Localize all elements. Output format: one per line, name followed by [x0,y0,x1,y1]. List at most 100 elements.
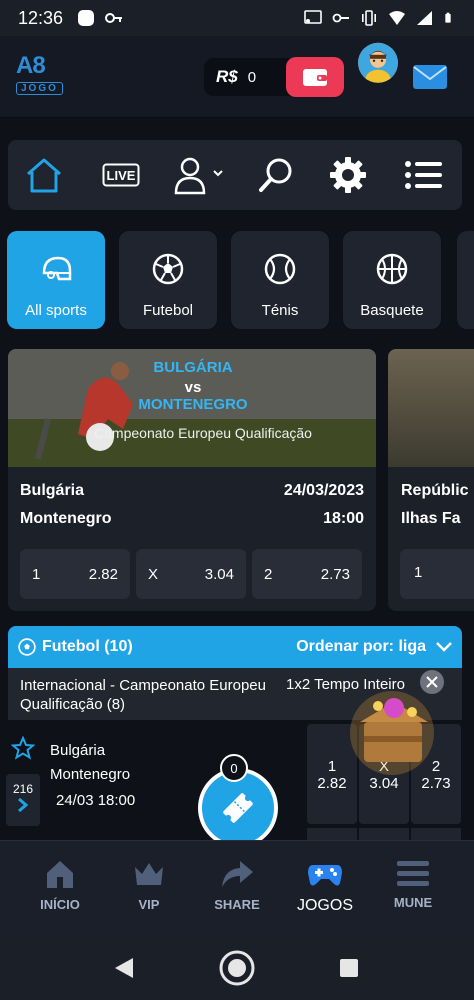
bottom-nav-inicio[interactable]: INÍCIO [15,859,105,912]
home-icon [27,158,61,193]
bottom-nav-label: MUNE [393,895,433,910]
sport-tab-partial[interactable] [457,231,474,329]
status-time: 12:36 [18,7,64,28]
markets-count: 216 [12,782,34,796]
soccer-ball-icon [152,253,184,285]
row-team2: Montenegro [50,766,131,783]
odd-value: 2.73 [320,565,350,583]
battery-icon [445,12,451,23]
sport-tab-label: Basquete [360,302,424,319]
match-date: 24/03/2023 [283,482,364,499]
mail-icon [413,65,447,89]
odd-button-x[interactable]: X 3.04 [136,549,246,599]
bottom-nav: INÍCIO VIP SHARE JOGOS MUNE [0,840,474,936]
bottom-nav-share[interactable]: SHARE [192,859,282,912]
bottom-nav-label: INÍCIO [40,897,80,912]
notification-dot-icon [78,10,95,26]
bottom-nav-label: SHARE [214,897,260,912]
gear-icon [330,157,366,193]
wallet-icon [303,69,327,86]
sport-tab-all[interactable]: All sports [7,231,105,329]
logo-sub: JOGO [16,82,63,95]
team1-name: Bulgária [20,482,85,499]
nav-live[interactable]: LIVE [102,152,140,198]
wallet-button[interactable] [286,57,344,97]
nav-search[interactable] [256,152,296,198]
sport-tab-tenis[interactable]: Ténis [231,231,329,329]
live-label: LIVE [106,167,136,183]
crown-icon [135,863,163,885]
chevron-down-icon [436,642,452,652]
bottom-nav-label: VIP [138,897,160,912]
tennis-ball-icon [264,253,296,285]
odd-button-2[interactable]: 2 2.73 [252,549,362,599]
row-datetime: 24/03 18:00 [56,792,136,809]
helmet-icon [42,256,72,281]
house-icon [47,861,73,888]
league-name: Internacional - Campeonato Europeu Quali… [20,677,266,713]
promo-close-button[interactable] [420,670,444,694]
bottom-nav-mune[interactable]: MUNE [368,859,458,910]
team1-name: Repúblic [401,482,469,499]
brand-logo[interactable]: A8 JOGO [16,54,74,98]
home-button-icon[interactable] [218,949,256,987]
sport-tab-basquete[interactable]: Basquete [343,231,441,329]
odd-label: X [148,565,159,583]
avatar[interactable] [358,42,398,83]
promo-chest[interactable] [344,670,444,778]
soccer-ball-icon [18,638,36,656]
back-icon[interactable] [113,957,135,979]
featured-match-card-2[interactable]: Repúblic Ilhas Fa 1 [388,349,474,611]
status-bar: 12:36 [0,0,474,36]
balance-amount: 0 [247,68,257,86]
nav-settings[interactable] [328,152,368,198]
nav-user[interactable] [172,152,224,198]
odd-value: 2.82 [88,565,118,583]
recents-icon[interactable] [339,958,359,978]
banner-team2: MONTENEGRO [138,396,248,413]
bottom-nav-jogos[interactable]: JOGOS [280,859,370,915]
futebol-section-header[interactable]: Futebol (10) Ordenar por: liga [8,626,462,668]
team2-name: Ilhas Fa [401,510,461,527]
signal-icon [417,11,432,25]
basketball-icon [376,253,408,285]
app-header: A8 JOGO R$ 0 [0,36,474,118]
nav-menu[interactable] [404,152,444,198]
gamepad-icon [308,865,342,886]
logo-brand: A8 [16,52,46,79]
vibrate-icon [362,10,376,26]
close-icon [426,676,438,688]
banner-vs: vs [184,379,202,396]
sport-tab-futebol[interactable]: Futebol [119,231,217,329]
banner-competition: Campeonato Europeu Qualificação [94,425,312,441]
system-nav-bar [0,936,474,1000]
odd-label: 2 [264,565,273,583]
wifi-icon [389,11,405,25]
ticket-icon [223,793,253,823]
chevron-right-icon [18,797,29,813]
banner-team1: BULGÁRIA [153,359,233,376]
odd-label: 1 [414,564,423,581]
odd-label: 1 [32,565,41,583]
star-icon[interactable] [11,736,35,760]
nav-home[interactable] [24,152,64,198]
match-time: 18:00 [323,510,364,527]
quick-nav: LIVE [8,140,462,210]
sort-dropdown[interactable]: Ordenar por: liga [296,638,452,656]
team2-name: Montenegro [20,510,112,527]
bottom-nav-vip[interactable]: VIP [104,859,194,912]
sort-label: Ordenar por: liga [296,638,426,655]
more-markets-button[interactable]: 216 [6,774,40,826]
menu-lines-icon [397,861,429,886]
next-row-odd [307,828,357,840]
bottom-nav-label: JOGOS [296,897,353,914]
mail-button[interactable] [412,64,448,90]
odd-button-1[interactable]: 1 [400,549,474,599]
search-icon [259,158,292,192]
featured-match-card[interactable]: BULGÁRIA vs MONTENEGRO Campeonato Europe… [8,349,376,611]
user-icon [174,157,223,195]
odd-button-1[interactable]: 1 2.82 [20,549,130,599]
cast-icon [304,10,322,24]
vpn-key-icon [332,13,349,23]
row-team1: Bulgária [50,742,106,759]
